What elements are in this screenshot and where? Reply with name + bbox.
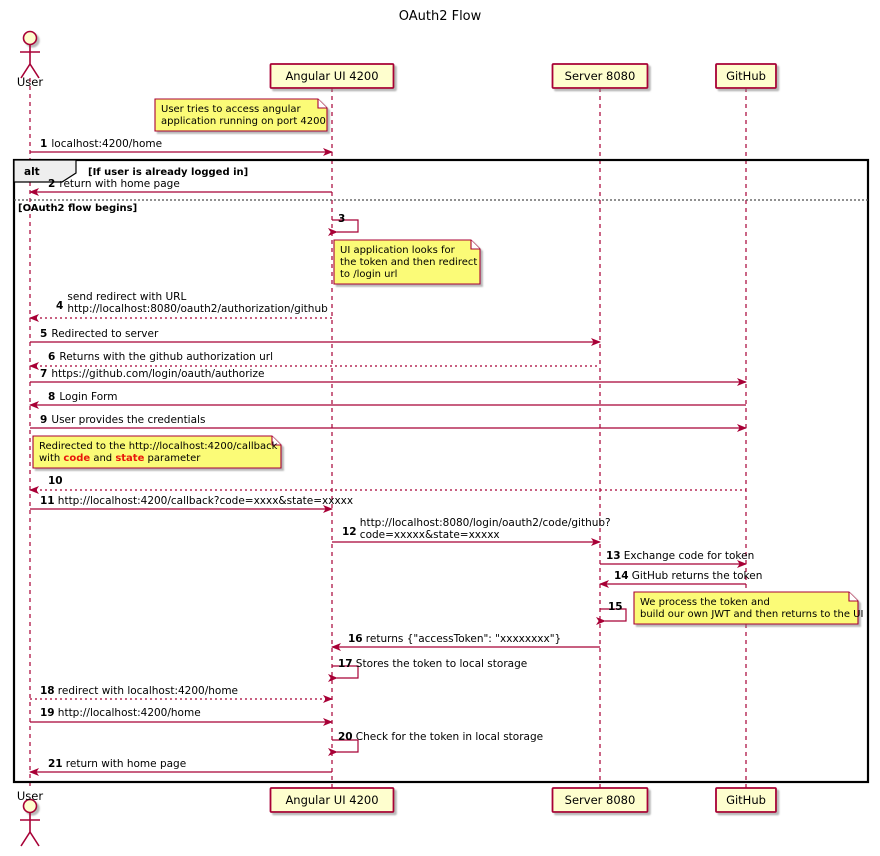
message-13: 13 Exchange code for token bbox=[600, 550, 754, 568]
message-number-13: 13 bbox=[606, 550, 621, 562]
message-label-17: Stores the token to local storage bbox=[356, 658, 527, 670]
message-number-12: 12 bbox=[342, 526, 357, 538]
message-label-7: https://github.com/login/oauth/authorize bbox=[51, 368, 264, 380]
participant-box-ui[interactable]: Angular UI 4200 bbox=[269, 63, 395, 89]
alt-keyword-label: alt bbox=[24, 166, 40, 178]
participant-box-ui-bottom[interactable]: Angular UI 4200 bbox=[269, 787, 395, 813]
message-label-2: return with home page bbox=[59, 178, 179, 190]
oauth2-sequence-diagram: OAuth2 Flow alt [If user is already logg… bbox=[12, 9, 870, 847]
message-10: 10 bbox=[29, 475, 746, 494]
message-number-6: 6 bbox=[48, 351, 55, 363]
message-label-1: localhost:4200/home bbox=[51, 138, 162, 150]
message-8: 8 Login Form bbox=[29, 391, 746, 409]
message-4: 4 send redirect with URLhttp://localhost:… bbox=[29, 291, 332, 322]
actor-label-user: User bbox=[17, 75, 43, 89]
message-number-9: 9 bbox=[40, 414, 47, 426]
message-3: 3 bbox=[328, 213, 359, 236]
message-12: 12http://localhost:8080/login/oauth2/cod… bbox=[332, 517, 611, 546]
note-line: User tries to access angular bbox=[161, 104, 301, 115]
message-1: 1 localhost:4200/home bbox=[30, 138, 333, 156]
message-label-8: Login Form bbox=[59, 391, 117, 403]
message-number-20: 20 bbox=[338, 731, 353, 743]
note-note-1: User tries to access angularapplication … bbox=[154, 98, 328, 132]
message-16: 16 returns {"accessToken": "xxxxxxxx"} bbox=[331, 633, 600, 651]
message-number-1: 1 bbox=[40, 138, 47, 150]
message-label-21: return with home page bbox=[66, 758, 186, 770]
message-number-10: 10 bbox=[48, 475, 63, 487]
message-label-12: code=xxxxx&state=xxxxx bbox=[360, 529, 500, 541]
note-line: application running on port 4200 bbox=[161, 116, 326, 127]
message-label-16: returns {"accessToken": "xxxxxxxx"} bbox=[366, 633, 561, 645]
message-number-5: 5 bbox=[40, 328, 47, 340]
message-2: 2 return with home page bbox=[29, 178, 332, 196]
message-number-15: 15 bbox=[608, 601, 623, 613]
participant-box-server-bottom[interactable]: Server 8080 bbox=[551, 787, 649, 813]
actor-head-icon bbox=[22, 30, 38, 46]
message-21: 21 return with home page bbox=[29, 758, 332, 776]
participant-box-server[interactable]: Server 8080 bbox=[551, 63, 649, 89]
actor-label-user-bottom: User bbox=[17, 789, 43, 803]
message-label-18: redirect with localhost:4200/home bbox=[58, 685, 238, 697]
participant-label-github-bottom: GitHub bbox=[726, 793, 766, 807]
message-number-7: 7 bbox=[40, 368, 47, 380]
note-note-4: We process the token andbuild our own JW… bbox=[633, 591, 863, 625]
participant-box-github[interactable]: GitHub bbox=[715, 63, 777, 89]
note-note-3: Redirected to the http://localhost:4200/… bbox=[32, 435, 282, 469]
message-label-4: send redirect with URL bbox=[67, 291, 186, 303]
message-number-3: 3 bbox=[338, 213, 345, 225]
note-line: to /login url bbox=[340, 269, 397, 280]
diagram-title: OAuth2 Flow bbox=[399, 9, 482, 24]
message-18: 18 redirect with localhost:4200/home bbox=[30, 685, 333, 703]
participant-label-github: GitHub bbox=[726, 69, 766, 83]
message-label-5: Redirected to server bbox=[51, 328, 159, 340]
message-label-13: Exchange code for token bbox=[624, 550, 754, 562]
message-label-19: http://localhost:4200/home bbox=[58, 707, 201, 719]
participant-label-server: Server 8080 bbox=[565, 69, 636, 83]
message-number-2: 2 bbox=[48, 178, 55, 190]
alt-condition-label: [If user is already logged in] bbox=[88, 167, 248, 178]
message-label-20: Check for the token in local storage bbox=[356, 731, 543, 743]
message-17: 17 Stores the token to local storage bbox=[328, 658, 527, 682]
message-number-17: 17 bbox=[338, 658, 353, 670]
note-line: UI application looks for bbox=[340, 245, 456, 256]
message-number-8: 8 bbox=[48, 391, 55, 403]
note-line: build our own JWT and then returns to th… bbox=[640, 609, 863, 620]
actor-user-bottom: User bbox=[17, 789, 43, 847]
message-number-16: 16 bbox=[348, 633, 363, 645]
message-label-6: Returns with the github authorization ur… bbox=[59, 351, 273, 363]
message-20: 20 Check for the token in local storage bbox=[328, 731, 543, 756]
participant-label-server-bottom: Server 8080 bbox=[565, 793, 636, 807]
note-note-2: UI application looks forthe token and th… bbox=[333, 239, 481, 285]
note-line: We process the token and bbox=[640, 597, 770, 608]
message-number-4: 4 bbox=[56, 300, 63, 312]
message-number-18: 18 bbox=[40, 685, 55, 697]
note-line: with code and state parameter bbox=[39, 453, 201, 464]
message-5: 5 Redirected to server bbox=[30, 328, 601, 346]
participant-label-ui-bottom: Angular UI 4200 bbox=[285, 793, 378, 807]
message-6: 6 Returns with the github authorization u… bbox=[29, 351, 600, 370]
message-15: 15 bbox=[596, 601, 627, 625]
participant-label-ui: Angular UI 4200 bbox=[285, 69, 378, 83]
message-9: 9 User provides the credentials bbox=[30, 414, 747, 432]
message-number-21: 21 bbox=[48, 758, 63, 770]
message-19: 19 http://localhost:4200/home bbox=[30, 707, 333, 726]
message-number-11: 11 bbox=[40, 495, 55, 507]
actor-user: User bbox=[17, 30, 43, 89]
message-label-11: http://localhost:4200/callback?code=xxxx… bbox=[58, 495, 353, 507]
message-label-14: GitHub returns the token bbox=[632, 570, 763, 582]
alt-else-condition-label: [OAuth2 flow begins] bbox=[18, 203, 137, 214]
participant-box-github-bottom[interactable]: GitHub bbox=[715, 787, 777, 813]
message-14: 14 GitHub returns the token bbox=[599, 570, 763, 588]
message-7: 7 https://github.com/login/oauth/authoriz… bbox=[30, 368, 747, 386]
message-label-4: http://localhost:8080/oauth2/authorizati… bbox=[67, 303, 328, 315]
message-label-12: http://localhost:8080/login/oauth2/code/… bbox=[360, 517, 611, 529]
sequence-diagram-canvas: OAuth2 Flow alt [If user is already logg… bbox=[0, 0, 880, 856]
message-label-9: User provides the credentials bbox=[51, 414, 205, 426]
note-line: Redirected to the http://localhost:4200/… bbox=[39, 441, 278, 452]
message-number-14: 14 bbox=[614, 570, 629, 582]
message-11: 11 http://localhost:4200/callback?code=xx… bbox=[30, 495, 353, 513]
note-line: the token and then redirect bbox=[340, 257, 477, 268]
message-number-19: 19 bbox=[40, 707, 55, 719]
